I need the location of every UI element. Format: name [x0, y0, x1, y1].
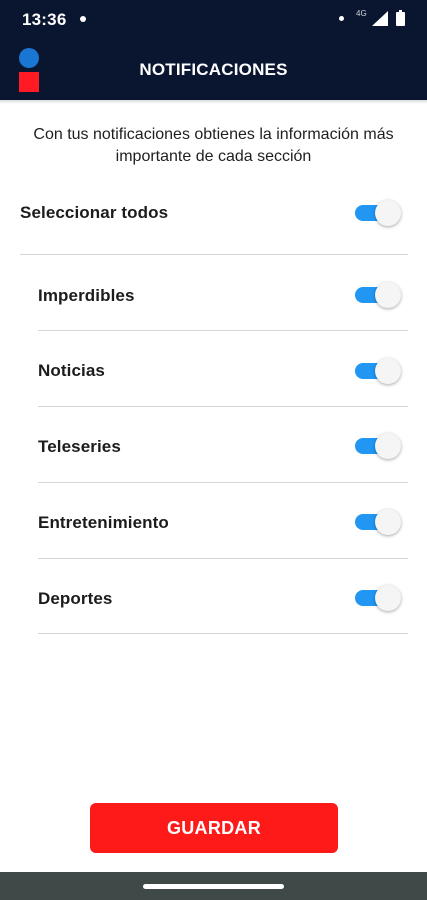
toggle-thumb: [375, 433, 401, 459]
category-label: Imperdibles: [38, 286, 135, 305]
save-button[interactable]: GUARDAR: [90, 803, 338, 853]
toggle-thumb: [375, 585, 401, 611]
noticias-toggle[interactable]: [353, 356, 405, 386]
page-title: NOTIFICACIONES: [139, 60, 288, 79]
toggle-thumb: [375, 282, 401, 308]
network-type: 4G: [356, 9, 367, 18]
toggle-thumb: [375, 200, 401, 226]
category-label: Noticias: [38, 361, 105, 380]
app-header: NOTIFICACIONES: [0, 38, 427, 100]
teleseries-toggle[interactable]: [353, 431, 405, 461]
intro-text: Con tus notificaciones obtienes la infor…: [33, 126, 394, 165]
signal-icon: [372, 11, 388, 26]
divider: [38, 633, 408, 634]
category-label: Entretenimiento: [38, 513, 169, 532]
select-all-label: Seleccionar todos: [20, 203, 169, 222]
header-shadow: [0, 100, 427, 104]
divider: [38, 558, 408, 559]
toggle-thumb: [375, 358, 401, 384]
deportes-toggle[interactable]: [353, 583, 405, 613]
divider: [38, 482, 408, 483]
toggle-thumb: [375, 509, 401, 535]
status-bar: 13:36 4G: [0, 0, 427, 38]
notification-dot-icon: [80, 16, 86, 22]
entretenimiento-toggle[interactable]: [353, 507, 405, 537]
battery-icon: [396, 10, 405, 26]
imperdibles-toggle[interactable]: [353, 280, 405, 310]
divider: [38, 406, 408, 407]
navigation-bar: [0, 872, 427, 900]
status-dot-icon: [339, 16, 344, 21]
status-time: 13:36: [22, 10, 67, 29]
category-label: Deportes: [38, 589, 113, 608]
select-all-toggle[interactable]: [353, 198, 405, 228]
notifications-screen: 13:36 4G NOTIFICACIONES Con tus notifica…: [0, 0, 427, 900]
divider: [38, 330, 408, 331]
divider: [20, 254, 408, 255]
category-label: Teleseries: [38, 437, 121, 456]
home-handle[interactable]: [143, 884, 284, 889]
